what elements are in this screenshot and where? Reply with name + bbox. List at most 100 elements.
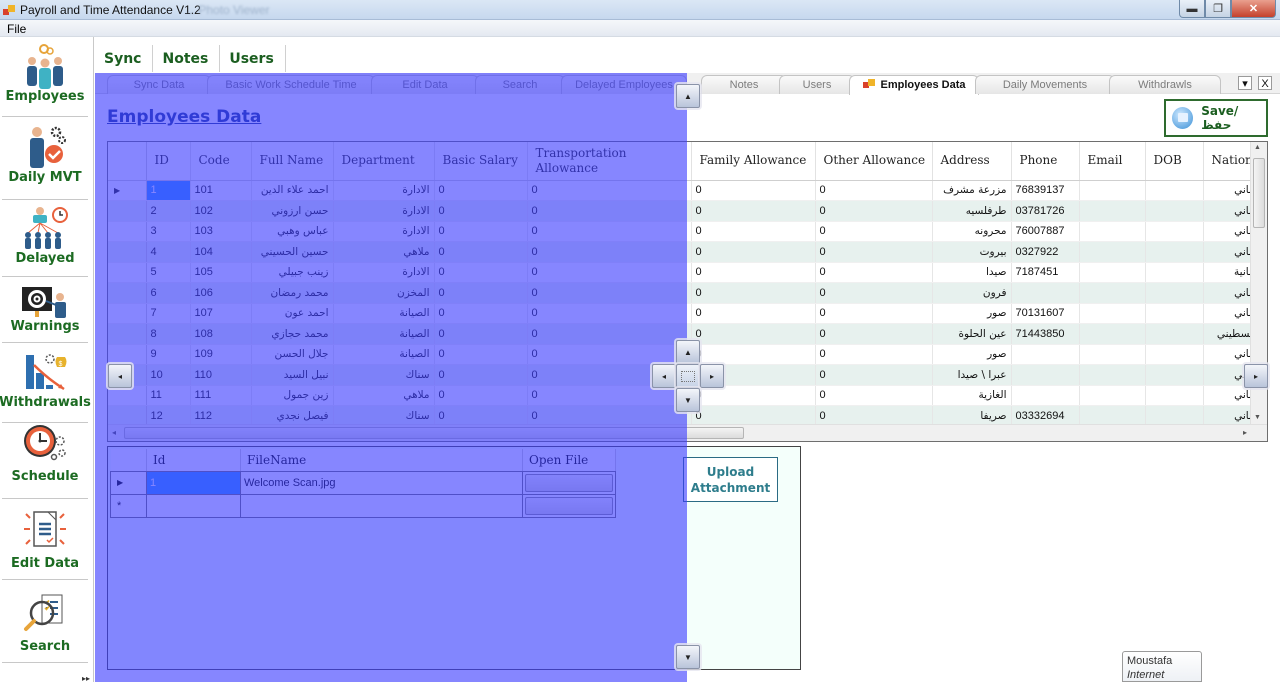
cell-other-allowance[interactable]: 0: [815, 282, 933, 304]
cell-other-allowance[interactable]: 0: [815, 200, 933, 222]
open-file-button[interactable]: [522, 470, 616, 495]
cell-transportation-allowance[interactable]: 0: [527, 241, 692, 263]
cell-full-name[interactable]: زينب جبيلي: [251, 262, 334, 283]
dock-center-bottom-icon[interactable]: ▼: [676, 388, 700, 412]
sidebar-item-search[interactable]: Search: [2, 587, 88, 663]
cell-code[interactable]: 101: [190, 180, 252, 201]
cell-other-allowance[interactable]: 0: [815, 262, 933, 283]
cell-address[interactable]: صريفا: [932, 405, 1012, 427]
restore-button[interactable]: ❐: [1205, 0, 1231, 18]
cell-family-allowance[interactable]: 0: [691, 344, 816, 365]
row-header[interactable]: [108, 221, 147, 242]
new-open-file-button[interactable]: [522, 493, 616, 518]
cell-full-name[interactable]: حسن ارزوني: [251, 200, 334, 222]
column-header-filename[interactable]: FileName: [240, 449, 523, 472]
cell-transportation-allowance[interactable]: 0: [527, 282, 692, 304]
cell-email[interactable]: [1079, 405, 1146, 427]
cell-id[interactable]: 1: [146, 180, 191, 201]
table-row[interactable]: 2 102 حسن ارزوني الادارة 0 0 0 0 طرفلسيه 03781726…: [108, 200, 1264, 222]
cell-dob[interactable]: [1145, 405, 1204, 427]
cell-department[interactable]: المخزن: [333, 282, 435, 304]
cell-department[interactable]: الادارة: [333, 180, 435, 201]
cell-code[interactable]: 103: [190, 221, 252, 242]
vertical-scroll-thumb[interactable]: [1253, 158, 1265, 228]
doc-tab-daily-movements[interactable]: Daily Movements: [975, 75, 1115, 94]
cell-email[interactable]: [1079, 303, 1146, 324]
cell-other-allowance[interactable]: 0: [815, 221, 933, 242]
cell-address[interactable]: صور: [932, 303, 1012, 324]
menu-file[interactable]: File: [7, 22, 26, 36]
cell-id[interactable]: 11: [146, 385, 191, 406]
dock-center-fill-icon[interactable]: [676, 364, 700, 388]
cell-email[interactable]: [1079, 323, 1146, 345]
scroll-left-icon[interactable]: ◂: [112, 428, 116, 437]
row-header[interactable]: [108, 405, 147, 427]
sidebar-item-warnings[interactable]: Warnings: [2, 285, 88, 343]
cell-email[interactable]: [1079, 385, 1146, 406]
cell-transportation-allowance[interactable]: 0: [527, 200, 692, 222]
cell-code[interactable]: 112: [190, 405, 252, 427]
doc-tab-search[interactable]: Search: [475, 75, 565, 94]
column-header-email[interactable]: Email: [1079, 142, 1146, 181]
cell-department[interactable]: الصيانة: [333, 344, 435, 365]
cell-dob[interactable]: [1145, 241, 1204, 263]
column-header-basic-salary[interactable]: Basic Salary: [434, 142, 528, 181]
cell-transportation-allowance[interactable]: 0: [527, 303, 692, 324]
column-header-phone[interactable]: Phone: [1011, 142, 1080, 181]
row-header[interactable]: [108, 385, 147, 406]
cell-other-allowance[interactable]: 0: [815, 344, 933, 365]
cell-full-name[interactable]: زين جمول: [251, 385, 334, 406]
cell-code[interactable]: 104: [190, 241, 252, 263]
cell-full-name[interactable]: احمد علاء الدين: [251, 180, 334, 201]
table-row[interactable]: 4 104 حسين الحسيني ملاهي 0 0 0 0 بيروت 0327922 لبن…: [108, 241, 1264, 263]
new-attachment-id[interactable]: [146, 493, 241, 518]
table-row[interactable]: 7 107 احمد عون الصيانة 0 0 0 0 صور 70131607 لبناني: [108, 303, 1264, 324]
cell-transportation-allowance[interactable]: 0: [527, 323, 692, 345]
sidebar-scroll-right-icon[interactable]: ▸▸: [82, 674, 92, 682]
cell-full-name[interactable]: محمد حجازي: [251, 323, 334, 345]
scroll-up-icon[interactable]: ▲: [1254, 144, 1261, 151]
cell-code[interactable]: 110: [190, 364, 252, 386]
cell-address[interactable]: فرون: [932, 282, 1012, 304]
cell-full-name[interactable]: جلال الحسن: [251, 344, 334, 365]
cell-basic-salary[interactable]: 0: [434, 303, 528, 324]
row-header[interactable]: [108, 262, 147, 283]
table-row[interactable]: 3 103 عباس وهبي الادارة 0 0 0 0 محرونه 76007887 لب…: [108, 221, 1264, 242]
doc-tab-basic-work-schedule[interactable]: Basic Work Schedule Time: [207, 75, 375, 94]
cell-address[interactable]: مزرعة مشرف: [932, 180, 1012, 201]
cell-family-allowance[interactable]: 0: [691, 262, 816, 283]
row-header[interactable]: [108, 323, 147, 345]
cell-other-allowance[interactable]: 0: [815, 405, 933, 427]
dock-center-left-icon[interactable]: ◂: [652, 364, 676, 388]
cell-other-allowance[interactable]: 0: [815, 303, 933, 324]
cell-dob[interactable]: [1145, 364, 1204, 386]
cell-transportation-allowance[interactable]: 0: [527, 180, 692, 201]
cell-phone[interactable]: [1011, 282, 1080, 304]
cell-dob[interactable]: [1145, 323, 1204, 345]
doc-tab-edit-data[interactable]: Edit Data: [371, 75, 479, 94]
sidebar-item-schedule[interactable]: Schedule: [2, 419, 88, 499]
upload-attachment-button[interactable]: Upload Attachment: [683, 457, 778, 502]
cell-id[interactable]: 12: [146, 405, 191, 427]
cell-email[interactable]: [1079, 262, 1146, 283]
cell-email[interactable]: [1079, 282, 1146, 304]
doc-tab-employees-data[interactable]: Employees Data: [849, 75, 979, 95]
dock-top-guide-icon[interactable]: ▲: [676, 84, 700, 108]
cell-dob[interactable]: [1145, 221, 1204, 242]
cell-email[interactable]: [1079, 364, 1146, 386]
doc-tab-notes[interactable]: Notes: [701, 75, 787, 94]
dock-left-guide-icon[interactable]: ◂: [108, 364, 132, 388]
cell-transportation-allowance[interactable]: 0: [527, 344, 692, 365]
cell-full-name[interactable]: نبيل السيد: [251, 364, 334, 386]
cell-id[interactable]: 7: [146, 303, 191, 324]
cell-code[interactable]: 102: [190, 200, 252, 222]
column-header-full-name[interactable]: Full Name: [251, 142, 334, 181]
cell-phone[interactable]: 03332694: [1011, 405, 1080, 427]
cell-phone[interactable]: 76839137: [1011, 180, 1080, 201]
cell-code[interactable]: 109: [190, 344, 252, 365]
column-header-family-allowance[interactable]: Family Allowance: [691, 142, 816, 181]
ribbon-tab-sync[interactable]: Sync: [95, 45, 154, 72]
cell-department[interactable]: الصيانة: [333, 323, 435, 345]
cell-basic-salary[interactable]: 0: [434, 344, 528, 365]
sidebar-item-delayed[interactable]: Delayed: [2, 205, 88, 277]
